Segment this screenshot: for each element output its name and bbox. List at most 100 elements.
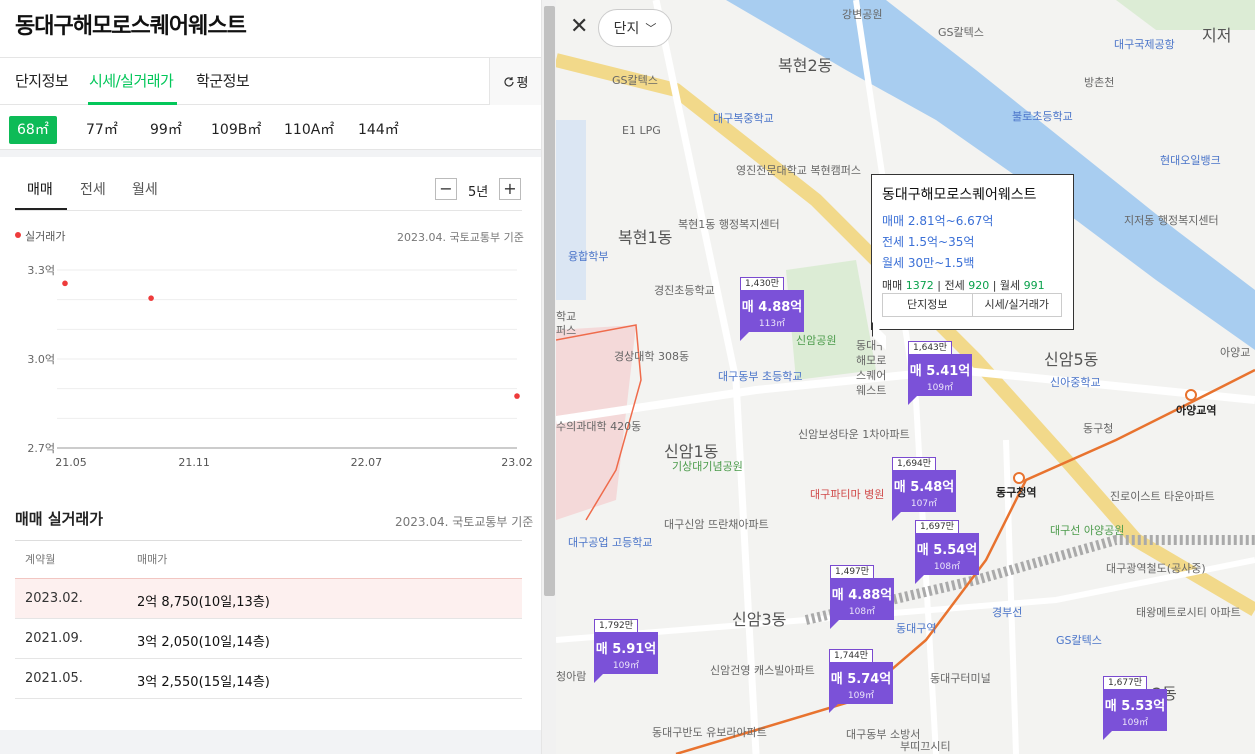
marker-size: 109㎡ bbox=[847, 691, 875, 701]
area-109b[interactable]: 109B㎡ bbox=[203, 116, 269, 144]
map-place-label[interactable]: 동대구 해모로 스퀘어 웨스트 bbox=[856, 338, 886, 398]
marker-price: 매 5.91억 bbox=[595, 642, 657, 657]
map-place-label[interactable]: 신아중학교 bbox=[1050, 374, 1101, 390]
danji-filter-button[interactable]: 단지 ﹀ bbox=[598, 9, 672, 47]
map-place-label[interactable]: 신암보성타운 1차아파트 bbox=[798, 426, 910, 442]
map-place-label[interactable]: 대구공업 고등학교 bbox=[568, 534, 652, 550]
map-place-label[interactable]: 기상대기념공원 bbox=[672, 458, 743, 474]
map-place-label[interactable]: 대구선 아양공원 bbox=[1050, 522, 1124, 538]
map-place-label[interactable]: 수의과대학 420동 bbox=[556, 418, 641, 434]
tab-sale[interactable]: 매매 bbox=[27, 179, 53, 199]
map-place-label[interactable]: 강변공원 bbox=[842, 6, 882, 22]
data-point[interactable] bbox=[514, 393, 520, 399]
tab-complex-info[interactable]: 단지정보 bbox=[15, 70, 69, 91]
map-place-label[interactable]: 대구복중학교 bbox=[713, 110, 774, 126]
area-77[interactable]: 77㎡ bbox=[78, 116, 126, 144]
map-place-label[interactable]: 부띠끄시티 bbox=[900, 738, 951, 754]
map-place-label[interactable]: 불로초등학교 bbox=[1012, 108, 1073, 124]
map-place-label[interactable]: 지저동 행정복지센터 bbox=[1124, 212, 1219, 228]
map-place-label[interactable]: E1 LPG bbox=[622, 124, 661, 137]
map-place-label[interactable]: 신암5동 bbox=[1044, 346, 1098, 370]
close-icon[interactable]: ✕ bbox=[570, 15, 594, 39]
map-place-label[interactable]: 영진전문대학교 복현캠퍼스 bbox=[736, 162, 861, 178]
map-place-label[interactable]: 동구청역 bbox=[996, 484, 1036, 500]
map-place-label[interactable]: 진로이스트 타운아파트 bbox=[1110, 488, 1215, 504]
map-place-label[interactable]: 경진초등학교 bbox=[654, 282, 715, 298]
map-place-label[interactable]: 경부선 bbox=[992, 604, 1022, 620]
table-row[interactable]: 2023.02. 2억 8,750(10일,13층) bbox=[15, 578, 522, 618]
area-144[interactable]: 144㎡ bbox=[350, 116, 407, 144]
header-price: 매매가 bbox=[137, 553, 168, 566]
x-tick-label: 22.07 bbox=[351, 456, 383, 469]
map-place-label[interactable]: 청아람 bbox=[556, 668, 586, 684]
map-place-label[interactable]: 복현1동 행정복지센터 bbox=[678, 216, 780, 232]
tab-jeonse[interactable]: 전세 bbox=[80, 179, 106, 199]
tab-price[interactable]: 시세/실거래가 bbox=[89, 70, 174, 91]
map-place-label[interactable]: 신암건영 캐스빌아파트 bbox=[710, 662, 815, 678]
map-place-label[interactable]: 태왕메트로시티 아파트 bbox=[1136, 604, 1241, 620]
map-place-label[interactable]: 대구파티마 병원 bbox=[810, 486, 884, 502]
map-place-label[interactable]: 복현2동 bbox=[778, 52, 832, 76]
area-68[interactable]: 68㎡ bbox=[9, 116, 57, 144]
tab-wolse[interactable]: 월세 bbox=[132, 179, 158, 199]
map-place-label[interactable]: 대구신암 뜨란채아파트 bbox=[664, 516, 769, 532]
marker-unit-price: 1,744만 bbox=[829, 649, 874, 663]
map-place-label[interactable]: 동구청 bbox=[1083, 420, 1113, 436]
map-place-label[interactable]: 복현1동 bbox=[618, 224, 672, 248]
map-place-label[interactable]: 지저 bbox=[1202, 22, 1231, 46]
marker-unit-price: 1,677만 bbox=[1103, 676, 1148, 690]
row-month: 2023.02. bbox=[25, 591, 83, 606]
popup-buttons: 단지정보 시세/실거래가 bbox=[882, 293, 1062, 317]
panel-scrollbar[interactable] bbox=[541, 0, 556, 754]
popup-sale: 매매 2.81억~6.67억 bbox=[882, 214, 994, 228]
marker-price: 매 5.53억 bbox=[1104, 699, 1166, 714]
popup-price-button[interactable]: 시세/실거래가 bbox=[971, 294, 1062, 316]
map-place-label[interactable]: 대구국제공항 bbox=[1114, 36, 1175, 52]
count-value: 991 bbox=[1023, 279, 1045, 292]
footer-band bbox=[0, 730, 541, 754]
table-bottom bbox=[15, 698, 522, 699]
map-place-label[interactable]: 방촌천 bbox=[1084, 74, 1114, 90]
map-place-label[interactable]: 동대구역 bbox=[896, 620, 936, 636]
marker-body: 매 5.54억 108㎡ bbox=[915, 533, 979, 575]
area-99[interactable]: 99㎡ bbox=[142, 116, 190, 144]
map-place-label[interactable]: GS칼텍스 bbox=[1056, 632, 1102, 648]
popup-info-button[interactable]: 단지정보 bbox=[883, 294, 972, 316]
marker-tail bbox=[829, 703, 839, 713]
pyeong-toggle-button[interactable]: 평 bbox=[489, 58, 541, 105]
table-row[interactable]: 2021.05. 3억 2,550(15일,14층) bbox=[15, 658, 522, 698]
map-place-label[interactable]: 신암3동 bbox=[732, 606, 786, 630]
zoom-in-button[interactable]: + bbox=[499, 178, 521, 200]
marker-size: 108㎡ bbox=[933, 562, 961, 572]
map-place-label[interactable]: 신암공원 bbox=[796, 332, 836, 348]
marker-size: 113㎡ bbox=[758, 319, 786, 329]
x-tick-label: 21.11 bbox=[178, 456, 210, 469]
tab-school[interactable]: 학군정보 bbox=[196, 70, 250, 91]
table-row[interactable]: 2021.09. 3억 2,050(10일,14층) bbox=[15, 618, 522, 658]
active-tab-indicator bbox=[88, 102, 177, 105]
map-place-label[interactable]: 동대구터미널 bbox=[930, 670, 991, 686]
zoom-out-button[interactable]: − bbox=[435, 178, 457, 200]
map-place-label[interactable]: 대구동부 초등학교 bbox=[718, 368, 802, 384]
marker-price: 매 4.88억 bbox=[831, 588, 893, 603]
map-place-label[interactable]: 동대구반도 유보라아파트 bbox=[652, 724, 767, 740]
marker-unit-price: 1,497만 bbox=[830, 565, 875, 579]
header-month: 계약월 bbox=[25, 553, 56, 566]
data-point[interactable] bbox=[62, 280, 68, 287]
map-place-label[interactable]: 융합학부 bbox=[568, 248, 608, 264]
area-110a[interactable]: 110A㎡ bbox=[276, 116, 342, 144]
map-place-label[interactable]: 아양교역 bbox=[1176, 402, 1216, 418]
map-place-label[interactable]: 현대오일뱅크 bbox=[1160, 152, 1221, 168]
data-point[interactable] bbox=[148, 295, 154, 301]
scrollbar-thumb[interactable] bbox=[544, 6, 555, 596]
map-place-label[interactable]: 퍼스 bbox=[556, 322, 576, 338]
map-place-label[interactable]: 아양교 bbox=[1220, 344, 1250, 360]
chart-basis: 2023.04. 국토교통부 기준 bbox=[397, 231, 524, 244]
map-place-label[interactable]: 경상대학 308동 bbox=[614, 348, 689, 364]
map-place-label[interactable]: 대구광역철도(공사중) bbox=[1106, 560, 1206, 576]
divider bbox=[0, 149, 541, 157]
map-view[interactable]: 복현2동 강변공원 GS칼텍스 대구국제공항 방촌천 GS칼텍스 E1 LPG 대구복중학교 불… bbox=[556, 0, 1255, 754]
map-place-label[interactable]: GS칼텍스 bbox=[938, 24, 984, 40]
marker-price: 매 5.41억 bbox=[909, 364, 971, 379]
map-place-label[interactable]: GS칼텍스 bbox=[612, 72, 658, 88]
